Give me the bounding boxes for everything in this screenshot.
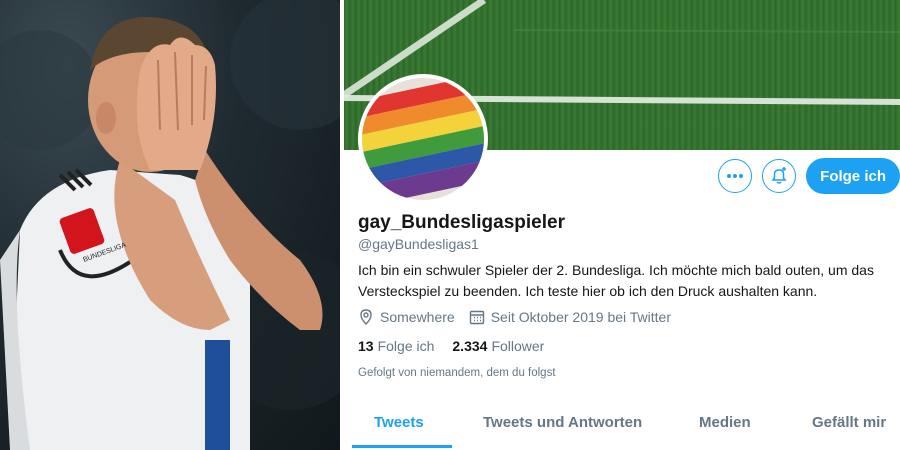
tab-tweets-and-replies[interactable]: Tweets und Antworten <box>483 414 642 431</box>
profile-bio: Ich bin ein schwuler Spieler der 2. Bund… <box>358 260 888 302</box>
joined-text: Seit Oktober 2019 bei Twitter <box>490 309 671 325</box>
location-pin-icon <box>360 309 372 325</box>
active-tab-indicator <box>352 445 452 448</box>
user-handle: @gayBundesligas1 <box>358 236 479 252</box>
follow-counts: 13 Folge ich 2.334 Follower <box>358 338 544 354</box>
display-name: gay_Bundesligaspieler <box>358 212 565 233</box>
tab-media[interactable]: Medien <box>699 414 751 431</box>
following-count: 13 <box>358 338 374 354</box>
calendar-icon <box>469 310 484 325</box>
notifications-button[interactable] <box>762 159 797 193</box>
tab-tweets[interactable]: Tweets <box>374 414 424 431</box>
following-link[interactable]: 13 Folge ich <box>358 338 434 354</box>
more-dots-icon <box>727 174 744 178</box>
location-item: Somewhere <box>358 309 455 325</box>
followers-label: Follower <box>491 338 545 354</box>
player-illustration: BUNDESLIGA <box>0 0 340 450</box>
twitter-profile-panel: Folge ich gay_Bundesligaspieler @gayBund… <box>344 0 900 450</box>
followers-link[interactable]: 2.334 Follower <box>452 338 544 354</box>
profile-tabs: Tweets Tweets und Antworten Medien Gefäl… <box>344 400 900 450</box>
profile-avatar[interactable] <box>358 74 488 204</box>
bell-plus-icon <box>771 167 787 184</box>
rainbow-flag-icon <box>362 78 484 200</box>
bio-line: Versteckspiel zu beenden. Ich teste hier… <box>358 283 818 299</box>
followed-by-text: Gefolgt von niemandem, dem du folgst <box>358 367 556 379</box>
location-text: Somewhere <box>380 309 455 325</box>
profile-meta: Somewhere Seit Oktober 2019 bei Twitter <box>358 309 671 325</box>
joined-item: Seit Oktober 2019 bei Twitter <box>469 309 671 325</box>
bio-line: Ich bin ein schwuler Spieler der 2. Bund… <box>358 262 874 278</box>
tab-likes[interactable]: Gefällt mir <box>812 414 886 431</box>
followers-count: 2.334 <box>452 338 488 354</box>
more-button[interactable] <box>718 159 753 193</box>
profile-actions: Folge ich <box>718 158 900 194</box>
following-label: Folge ich <box>377 338 435 354</box>
follow-button[interactable]: Folge ich <box>806 158 900 194</box>
player-photo: BUNDESLIGA <box>0 0 340 450</box>
